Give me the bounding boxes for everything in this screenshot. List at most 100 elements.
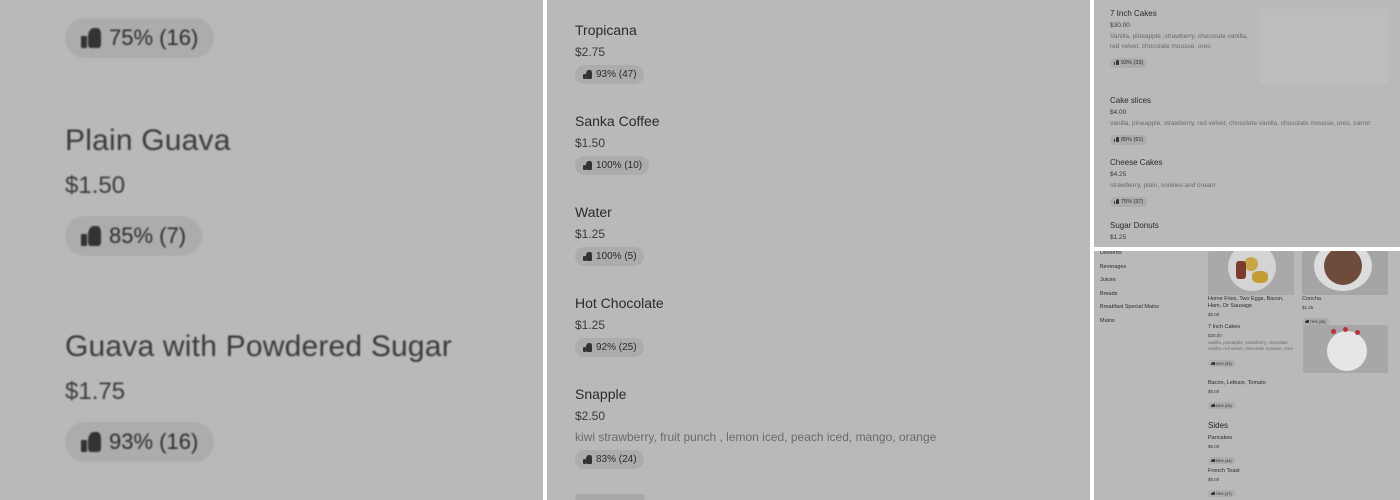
menu-item[interactable]: Water $1.25 100% (5) xyxy=(575,204,644,266)
item-name: Cake slices xyxy=(1110,96,1151,105)
item-price: $4.25 xyxy=(1110,171,1127,178)
sidebar-item-mains[interactable]: Mains xyxy=(1100,318,1159,332)
rating-badge: 93% (16) xyxy=(65,422,215,462)
item-price: $2.50 xyxy=(575,409,606,423)
rating-badge: 75% (16) xyxy=(65,18,215,58)
sidebar-item-juices[interactable]: Juices xyxy=(1100,277,1159,291)
next-item-name-cutoff xyxy=(575,494,645,500)
thumbs-up-icon xyxy=(583,343,592,352)
item-name: Pancakes xyxy=(1208,435,1233,441)
menu-item[interactable]: 7 Inch Cakes $30.00 vanilla, pineapple ,… xyxy=(1208,324,1294,370)
item-price: $1.25 xyxy=(1110,234,1127,241)
thumbs-up-icon xyxy=(81,28,102,49)
menu-panel-overview: Desserts Beverages Juices Breads Breakfa… xyxy=(1094,251,1400,500)
item-price: $5.00 xyxy=(1208,312,1220,317)
thumbs-up-icon xyxy=(1114,137,1119,142)
item-price: $1.50 xyxy=(575,136,606,150)
menu-item[interactable]: Tropicana $2.75 93% (47) xyxy=(575,22,644,84)
item-name: Guava with Powdered Sugar xyxy=(65,330,452,363)
menu-item[interactable]: French Toast $5.00 78% (47) xyxy=(1208,468,1240,500)
menu-item[interactable]: Snapple $2.50 kiwi strawberry, fruit pun… xyxy=(575,386,936,469)
item-description: Vanilla, pineapple ,strawberry, chocolat… xyxy=(1110,33,1248,50)
thumbs-up-icon xyxy=(81,432,102,453)
item-price: $1.75 xyxy=(65,378,126,405)
rating-badge: 75% (37) xyxy=(1110,196,1148,207)
menu-item[interactable]: Concha $1.25 79% (38) xyxy=(1302,296,1329,328)
rating-text: 100% (5) xyxy=(596,251,637,262)
rating-text: 75% (37) xyxy=(1121,198,1144,205)
item-price: $5.00 xyxy=(1208,444,1220,449)
menu-item[interactable]: Cheese Cakes $4.25 strawberry, plain, co… xyxy=(1110,158,1215,209)
thumbs-up-icon xyxy=(1211,491,1215,496)
item-name: Water xyxy=(575,204,612,220)
sidebar-item-desserts[interactable]: Desserts xyxy=(1100,251,1159,264)
menu-item[interactable]: Sugar Donuts $1.25 xyxy=(1110,221,1159,241)
thumbs-up-icon xyxy=(1211,458,1215,463)
rating-text: 100% (10) xyxy=(596,160,643,171)
item-name: Hot Chocolate xyxy=(575,295,664,311)
rating-text: 92% (25) xyxy=(596,342,637,353)
item-price: $30.00 xyxy=(1110,22,1130,29)
breakfast-plate-image xyxy=(1208,251,1294,295)
menu-item[interactable]: 7 Inch Cakes $30.00 Vanilla, pineapple ,… xyxy=(1110,9,1250,70)
item-name: French Toast xyxy=(1208,468,1240,474)
menu-item[interactable]: Pancakes $5.00 88% (44) xyxy=(1208,435,1235,467)
thumbs-up-icon xyxy=(1305,319,1309,324)
item-name: Bacon, Lettuce, Tomato xyxy=(1208,380,1266,386)
thumbs-up-icon xyxy=(583,455,592,464)
rating-text: 85% (61) xyxy=(1121,136,1144,143)
item-price: $2.75 xyxy=(575,45,606,59)
menu-item[interactable]: Guava with Powdered Sugar $1.75 93% (16) xyxy=(65,330,452,462)
concha-image xyxy=(1302,251,1388,295)
thumbs-up-icon xyxy=(81,226,102,247)
menu-item[interactable]: Plain Guava $1.50 85% (7) xyxy=(65,124,231,256)
menu-item[interactable]: Sanka Coffee $1.50 100% (10) xyxy=(575,113,660,175)
rating-text: 79% (38) xyxy=(1309,318,1326,324)
item-description: vanilla, pineapple, strawberry, red velv… xyxy=(1110,120,1371,127)
item-name: 7 Inch Cakes xyxy=(1110,9,1157,18)
rating-badge: 64% (25) xyxy=(1208,401,1235,409)
rating-badge: 88% (44) xyxy=(1208,456,1235,464)
rating-badge: 78% (47) xyxy=(1208,489,1235,497)
thumbs-up-icon xyxy=(583,70,592,79)
menu-item[interactable]: Bacon, Lettuce, Tomato $5.00 64% (25) xyxy=(1208,380,1266,412)
rating-badge: 79% (38) xyxy=(1302,317,1329,325)
rating-text: 88% (44) xyxy=(1215,457,1232,463)
thumbs-up-icon xyxy=(1211,361,1215,366)
item-name: Cheese Cakes xyxy=(1110,158,1163,167)
rating-badge: 85% (7) xyxy=(65,216,203,256)
rating-badge: 93% (33) xyxy=(1110,57,1148,68)
item-name: Home Fries, Two Eggs, Bacon, Ham, Or Sau… xyxy=(1208,296,1284,309)
thumbs-up-icon xyxy=(1211,403,1215,408)
rating-text: 85% (7) xyxy=(109,223,187,248)
rating-text: 93% (33) xyxy=(1121,59,1144,66)
menu-item[interactable]: 75% (16) xyxy=(65,18,215,58)
item-description: strawberry, plain, cookies and cream xyxy=(1110,182,1216,189)
rating-text: 93% (16) xyxy=(109,429,199,454)
rating-badge: 92% (25) xyxy=(575,338,644,357)
sidebar-item-breakfast-special-mains[interactable]: Breakfast Special Mains xyxy=(1100,304,1159,318)
item-name: Plain Guava xyxy=(65,124,231,157)
rating-text: 93% (47) xyxy=(596,69,637,80)
item-name: Sugar Donuts xyxy=(1110,221,1159,230)
item-name: Sanka Coffee xyxy=(575,113,660,129)
category-sidebar: Desserts Beverages Juices Breads Breakfa… xyxy=(1100,251,1159,331)
menu-item[interactable]: Home Fries, Two Eggs, Bacon, Ham, Or Sau… xyxy=(1208,296,1294,317)
menu-item[interactable]: Hot Chocolate $1.25 92% (25) xyxy=(575,295,664,357)
sidebar-item-beverages[interactable]: Beverages xyxy=(1100,264,1159,278)
menu-panel-desserts: 7 Inch Cakes $30.00 Vanilla, pineapple ,… xyxy=(1094,0,1400,247)
thumbs-up-icon xyxy=(1114,60,1119,65)
item-price: $1.25 xyxy=(575,227,606,241)
rating-text: 93% (33) xyxy=(1215,360,1232,366)
item-name: Tropicana xyxy=(575,22,637,38)
sidebar-item-breads[interactable]: Breads xyxy=(1100,291,1159,305)
item-price: $5.00 xyxy=(1208,477,1220,482)
rating-text: 75% (16) xyxy=(109,25,199,50)
rating-badge: 83% (24) xyxy=(575,450,644,469)
item-price: $1.25 xyxy=(575,318,606,332)
thumbs-up-icon xyxy=(1114,199,1119,204)
rating-badge: 100% (10) xyxy=(575,156,650,175)
cake-image xyxy=(1303,325,1388,373)
item-description: vanilla, pineapple ,strawberry, chocolat… xyxy=(1208,340,1294,351)
menu-item[interactable]: Cake slices $4.00 vanilla, pineapple, st… xyxy=(1110,96,1395,147)
